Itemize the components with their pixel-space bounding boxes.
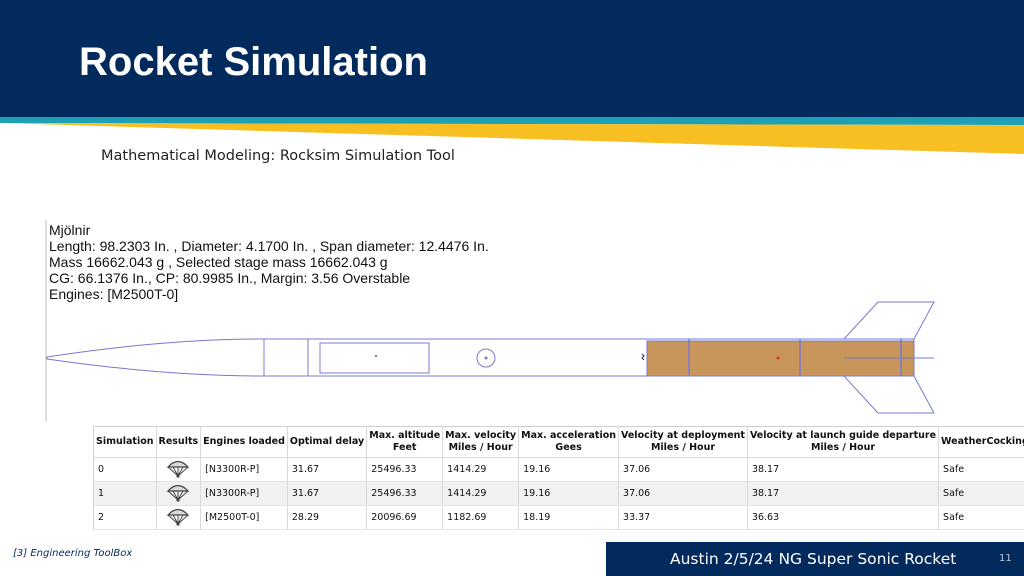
result-cell: [156, 457, 202, 482]
column-header-line: Gees: [555, 442, 582, 453]
result-cell: [156, 481, 202, 506]
cell-deploy-velocity: 37.06: [618, 457, 748, 482]
cell-guide-velocity: 38.17: [747, 457, 940, 482]
column-header-line: Max. velocity: [445, 430, 517, 441]
slide-subtitle: Mathematical Modeling: Rocksim Simulatio…: [101, 148, 455, 164]
cell-engines: [N3300R-P]: [200, 481, 288, 506]
column-header-line: Velocity at launch guide departure: [749, 430, 937, 441]
column-header-line: WeatherCocking: [941, 436, 1024, 447]
cell-simulation: 1: [93, 481, 157, 506]
column-header-line: Results: [158, 436, 199, 447]
table-row[interactable]: 0 [N3300R-P] 31.67 25496.33 1414.29 19.16 37.0…: [93, 457, 1024, 482]
cell-delay: 31.67: [287, 481, 368, 506]
result-cell: [156, 505, 202, 530]
cell-altitude: 25496.33: [366, 481, 444, 506]
page-number: 11: [999, 553, 1012, 564]
column-header[interactable]: WeatherCocking: [938, 426, 1024, 458]
cp-marker: [776, 356, 780, 360]
column-header-line: Optimal delay: [289, 436, 365, 447]
column-header[interactable]: Results: [156, 426, 202, 458]
fin-bottom: [842, 375, 935, 414]
cell-deploy-velocity: 33.37: [618, 505, 748, 530]
cell-altitude: 20096.69: [366, 505, 444, 530]
header-bar: Rocket Simulation: [0, 0, 1024, 117]
citation: [3] Engineering ToolBox: [13, 548, 133, 559]
column-header-line: Miles / Hour: [810, 442, 876, 453]
column-header-line: Max. acceleration: [521, 430, 617, 441]
simulation-table: Simulation Results Engines loaded Optimal d…: [93, 426, 1024, 530]
slide-title: Rocket Simulation: [79, 40, 428, 84]
rocket-mass-line: Mass 16662.043 g , Selected stage mass 1…: [49, 254, 388, 270]
cell-guide-velocity: 36.63: [747, 505, 940, 530]
table-row[interactable]: 2 [M2500T-0] 28.29 20096.69 1182.69 18.19 33.3…: [93, 505, 1024, 530]
cell-simulation: 0: [93, 457, 157, 482]
column-header-line: Engines loaded: [203, 436, 285, 447]
parachute-icon: [166, 460, 190, 478]
column-header[interactable]: Velocity at launch guide departure Miles …: [747, 426, 940, 458]
nose-cone: [46, 338, 265, 377]
column-header-line: Feet: [392, 442, 417, 453]
column-header[interactable]: Optimal delay: [287, 426, 368, 458]
rocket-cg-line: CG: 66.1376 In., CP: 80.9985 In., Margin…: [49, 270, 411, 286]
cell-velocity: 1182.69: [442, 505, 520, 530]
cell-engines: [M2500T-0]: [200, 505, 288, 530]
rocket-engines-line: Engines: [M2500T-0]: [49, 286, 179, 302]
cell-delay: 28.29: [287, 505, 368, 530]
column-header[interactable]: Max. altitude Feet: [366, 426, 444, 458]
cell-deploy-velocity: 37.06: [618, 481, 748, 506]
cell-acceleration: 18.19: [518, 505, 620, 530]
cell-altitude: 25496.33: [366, 457, 444, 482]
column-header[interactable]: Velocity at deployment Miles / Hour: [618, 426, 748, 458]
footer-event: Austin 2/5/24 NG Super Sonic Rocket: [670, 550, 957, 568]
rocket-name: Mjölnir: [49, 222, 91, 238]
cell-velocity: 1414.29: [442, 481, 520, 506]
column-header[interactable]: Engines loaded: [200, 426, 288, 458]
cell-simulation: 2: [93, 505, 157, 530]
parachute-icon: [166, 508, 190, 526]
column-header[interactable]: Max. acceleration Gees: [518, 426, 620, 458]
cell-engines: [N3300R-P]: [200, 457, 288, 482]
cell-weathercocking: Safe: [938, 457, 1024, 482]
column-header-line: Max. altitude: [369, 430, 441, 441]
cell-delay: 31.67: [287, 457, 368, 482]
column-header-line: Miles / Hour: [650, 442, 716, 453]
column-header-line: Miles / Hour: [448, 442, 513, 453]
table-header-row: Simulation Results Engines loaded Optimal d…: [93, 426, 1024, 458]
cell-guide-velocity: 38.17: [747, 481, 940, 506]
table-row[interactable]: 1 [N3300R-P] 31.67 25496.33 1414.29 19.16 37.0…: [93, 481, 1024, 506]
fin-top: [842, 301, 935, 340]
column-header-line: Simulation: [96, 436, 154, 447]
cell-acceleration: 19.16: [518, 481, 620, 506]
payload-dot: [375, 355, 377, 357]
rocket-info: Mjölnir Length: 98.2303 In. , Diameter: …: [49, 222, 489, 302]
column-header[interactable]: Simulation: [93, 426, 157, 458]
column-header[interactable]: Max. velocity Miles / Hour: [442, 426, 520, 458]
footer-bar: Austin 2/5/24 NG Super Sonic Rocket 11: [606, 542, 1024, 576]
cell-velocity: 1414.29: [442, 457, 520, 482]
cell-weathercocking: Safe: [938, 505, 1024, 530]
parachute-icon: [166, 484, 190, 502]
column-header-line: Velocity at deployment: [621, 430, 745, 441]
rocket-length-line: Length: 98.2303 In. , Diameter: 4.1700 I…: [49, 238, 489, 254]
cell-weathercocking: Safe: [938, 481, 1024, 506]
cell-acceleration: 19.16: [518, 457, 620, 482]
